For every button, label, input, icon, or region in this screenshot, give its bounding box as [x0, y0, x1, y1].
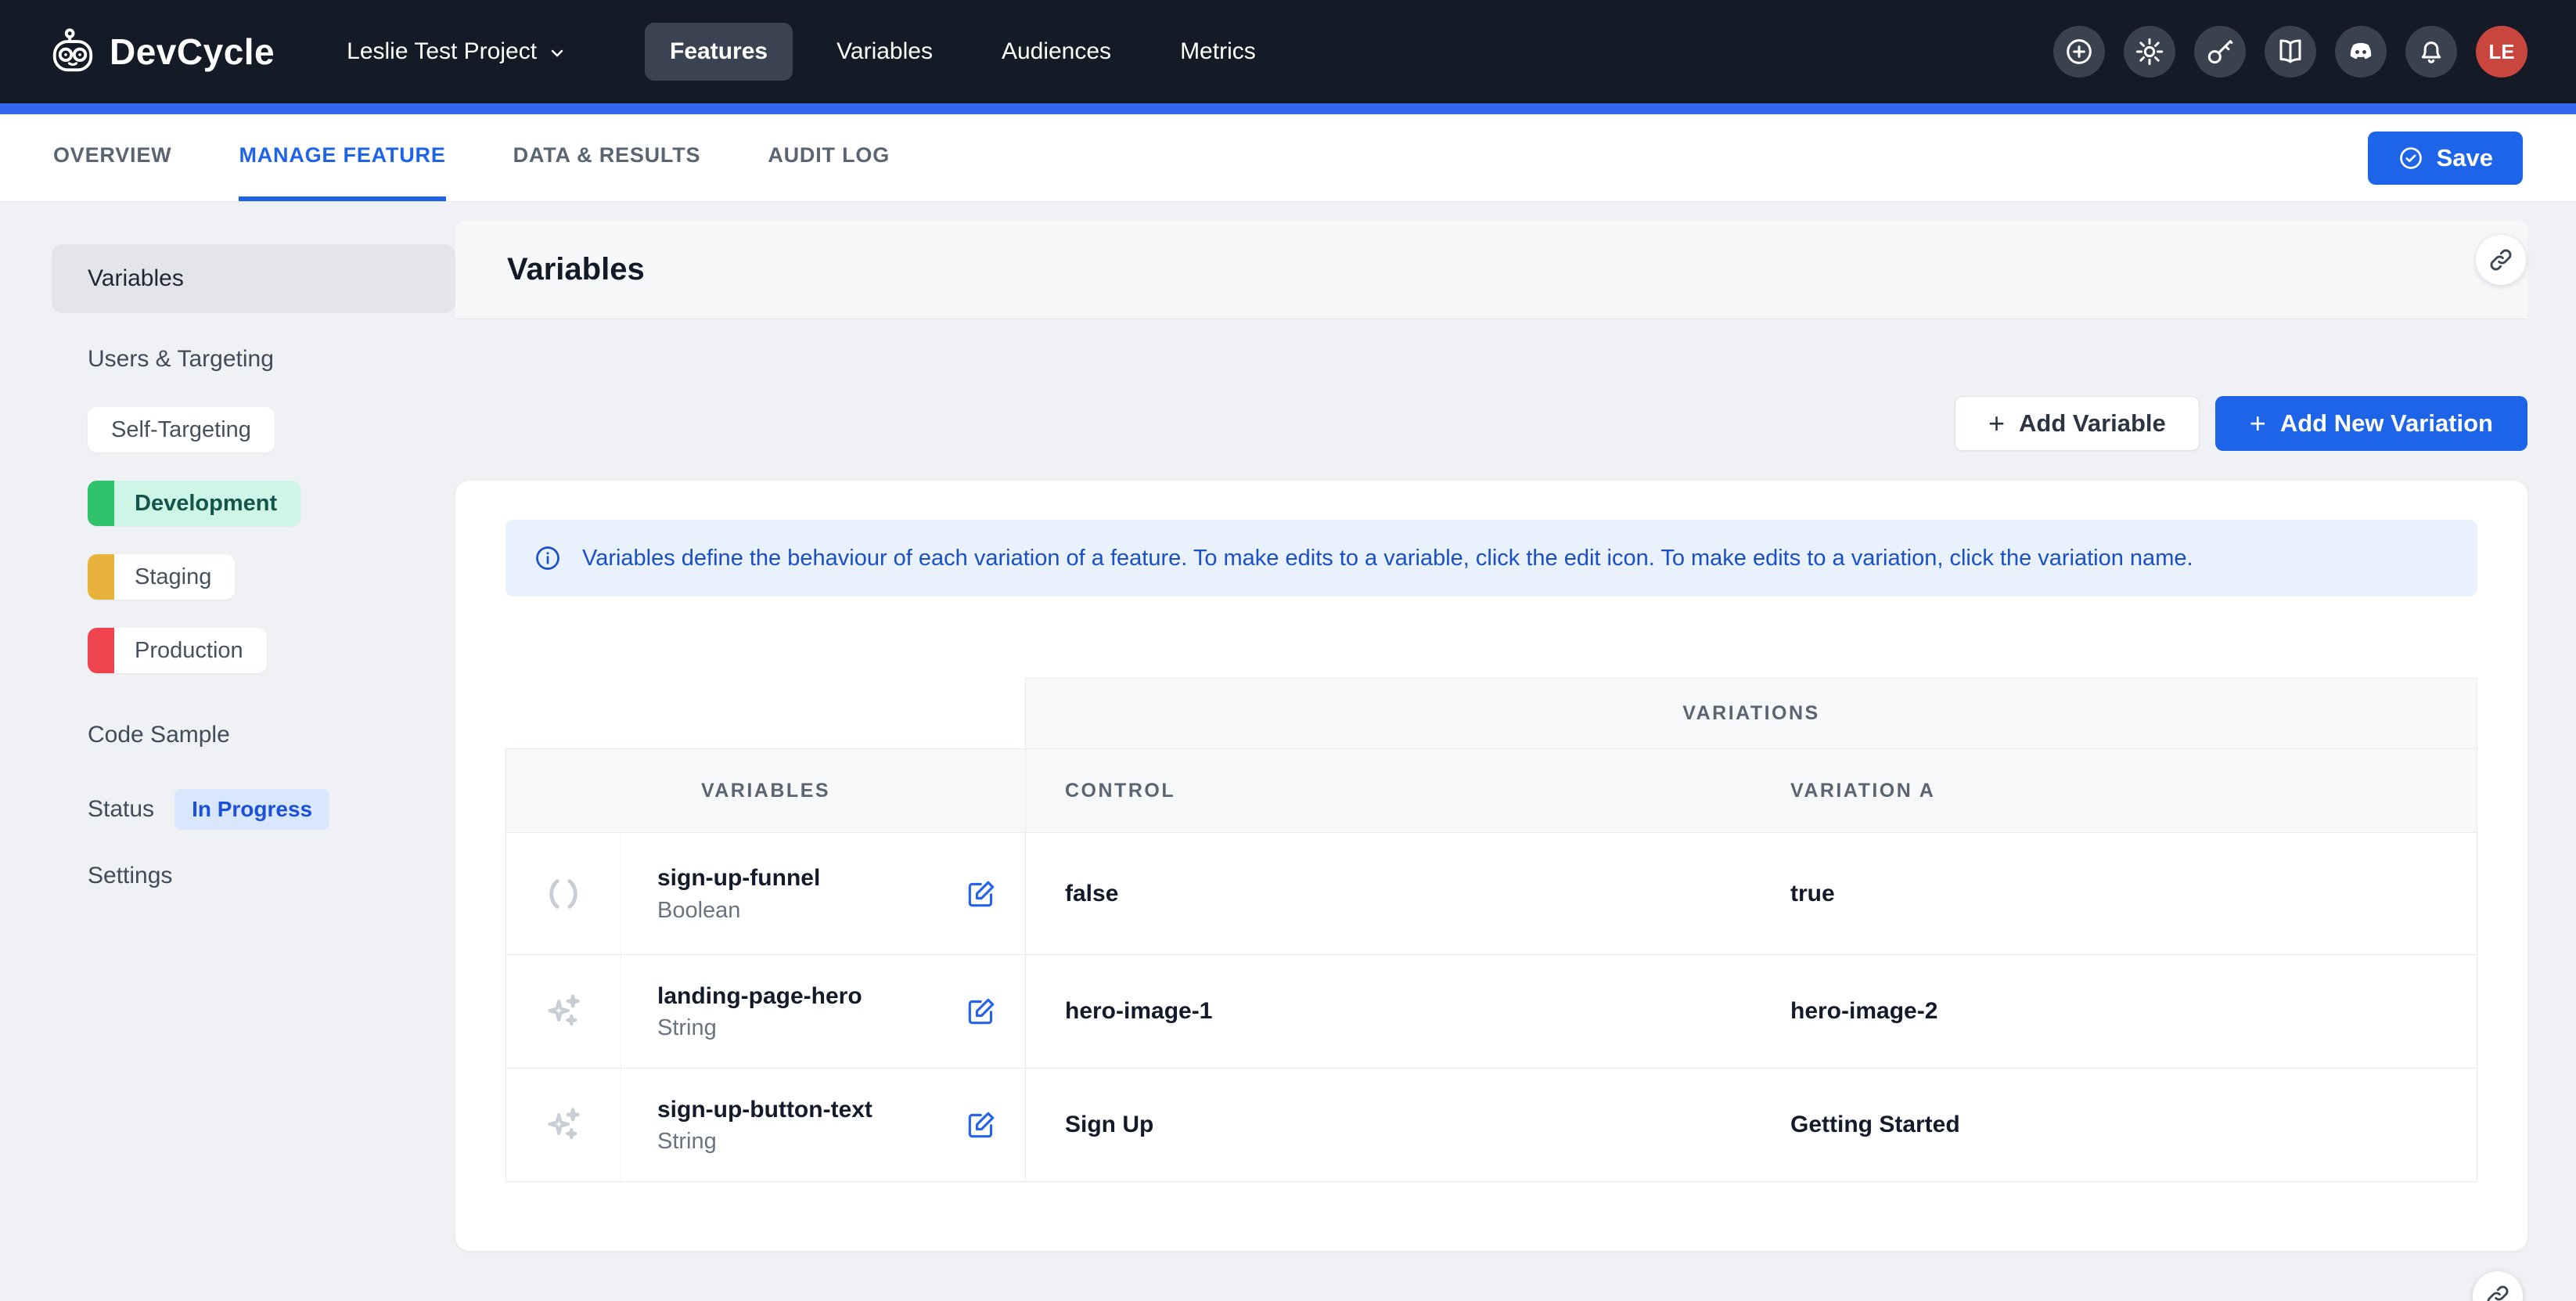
variable-type: String [657, 1015, 862, 1041]
control-value-cell[interactable]: hero-image-1 [1025, 955, 1751, 1069]
column-header-variation-a: VARIATION A [1751, 748, 2477, 833]
add-variable-label: Add Variable [2019, 409, 2166, 438]
sparkles-icon [541, 989, 585, 1033]
plus-icon: + [2250, 409, 2266, 438]
status-row: Status In Progress [52, 789, 455, 830]
variable-type: String [657, 1129, 872, 1155]
variation-a-value-cell[interactable]: hero-image-2 [1751, 955, 2477, 1069]
chevron-down-icon [548, 44, 567, 63]
link-icon[interactable] [2476, 235, 2526, 285]
env-color-bar [88, 628, 114, 673]
variables-table: VARIATIONS VARIABLES CONTROL VARIATION A [505, 678, 2477, 1182]
add-circle-icon[interactable] [2053, 26, 2105, 77]
page-title: Variables [507, 252, 645, 287]
nav-item-metrics[interactable]: Metrics [1155, 23, 1281, 81]
add-new-variation-label: Add New Variation [2280, 409, 2493, 438]
variable-name[interactable]: sign-up-funnel [657, 863, 820, 893]
top-navigation: DevCycle Leslie Test Project Features Va… [0, 0, 2576, 103]
primary-nav: Features Variables Audiences Metrics [645, 23, 1281, 81]
control-value-cell[interactable]: false [1025, 833, 1751, 955]
feature-tab-bar: OVERVIEW MANAGE FEATURE DATA & RESULTS A… [0, 114, 2576, 202]
variable-name-cell: sign-up-button-text String [621, 1069, 1025, 1182]
tab-overview[interactable]: OVERVIEW [53, 114, 171, 201]
tab-manage-feature[interactable]: MANAGE FEATURE [239, 114, 445, 201]
nav-item-features[interactable]: Features [645, 23, 793, 81]
table-row-icon-cell [505, 1069, 621, 1182]
accent-progress-bar [0, 103, 2576, 114]
env-label: Self-Targeting [88, 417, 275, 443]
variable-name[interactable]: sign-up-button-text [657, 1095, 872, 1125]
table-row-icon-cell [505, 833, 621, 955]
env-label: Staging [114, 564, 235, 590]
main-panel: Variables + Add Variable + Add New Varia… [455, 202, 2576, 1301]
sidebar-item-variables[interactable]: Variables [52, 244, 455, 313]
control-value-cell[interactable]: Sign Up [1025, 1069, 1751, 1182]
tab-data-results[interactable]: DATA & RESULTS [513, 114, 701, 201]
env-pill-production[interactable]: Production [88, 628, 267, 673]
variable-name[interactable]: landing-page-hero [657, 982, 862, 1011]
docs-book-icon[interactable] [2265, 26, 2316, 77]
add-new-variation-button[interactable]: + Add New Variation [2215, 396, 2527, 451]
env-pill-self-targeting[interactable]: Self-Targeting [88, 407, 275, 452]
project-selector[interactable]: Leslie Test Project [347, 38, 567, 65]
sidebar-item-settings[interactable]: Settings [52, 863, 455, 889]
edit-variable-icon[interactable] [966, 878, 997, 910]
sidebar-item-code-sample[interactable]: Code Sample [52, 722, 455, 748]
bell-icon[interactable] [2405, 26, 2457, 77]
variable-name-cell: landing-page-hero String [621, 955, 1025, 1069]
table-row-icon-cell [505, 955, 621, 1069]
project-selector-label: Leslie Test Project [347, 38, 537, 65]
sidebar-item-label: Variables [88, 265, 184, 292]
variations-group-header: VARIATIONS [1025, 678, 2477, 748]
nav-item-variables[interactable]: Variables [811, 23, 958, 81]
plus-icon: + [1988, 409, 2005, 438]
nav-utilities: LE [2053, 26, 2527, 77]
variable-name-cell: sign-up-funnel Boolean [621, 833, 1025, 955]
devcycle-logo[interactable]: DevCycle [49, 27, 275, 76]
check-circle-icon [2398, 145, 2424, 171]
variation-a-value-cell[interactable]: true [1751, 833, 2477, 955]
gear-icon[interactable] [2124, 26, 2175, 77]
group-header-label: VARIATIONS [1682, 702, 1819, 725]
nav-item-audiences[interactable]: Audiences [977, 23, 1136, 81]
column-header-variables: VARIABLES [505, 748, 1025, 833]
table-actions: + Add Variable + Add New Variation [455, 396, 2527, 451]
feature-sidebar: Variables Users & Targeting Self-Targeti… [0, 202, 455, 1301]
env-pill-development[interactable]: Development [88, 481, 300, 526]
column-header-control: CONTROL [1025, 748, 1751, 833]
page-content: Variables Users & Targeting Self-Targeti… [0, 202, 2576, 1301]
table-spacer [505, 678, 1025, 748]
sparkles-icon [541, 1103, 585, 1147]
save-button[interactable]: Save [2368, 132, 2523, 185]
boolean-icon [541, 872, 585, 916]
add-variable-button[interactable]: + Add Variable [1955, 396, 2200, 451]
variable-type: Boolean [657, 898, 820, 924]
status-label: Status [88, 796, 154, 823]
env-pill-staging[interactable]: Staging [88, 554, 235, 600]
tab-audit-log[interactable]: AUDIT LOG [768, 114, 890, 201]
section-header: Variables [455, 221, 2527, 319]
status-badge[interactable]: In Progress [174, 789, 329, 830]
key-icon[interactable] [2194, 26, 2246, 77]
discord-icon[interactable] [2335, 26, 2387, 77]
edit-variable-icon[interactable] [966, 996, 997, 1027]
sidebar-item-users-targeting[interactable]: Users & Targeting [52, 346, 455, 373]
user-avatar[interactable]: LE [2476, 26, 2527, 77]
info-banner: Variables define the behaviour of each v… [505, 520, 2477, 596]
env-label: Development [114, 491, 300, 517]
env-color-bar [88, 554, 114, 600]
info-banner-text: Variables define the behaviour of each v… [582, 546, 2193, 571]
devcycle-robot-icon [49, 27, 97, 76]
variables-card: Variables define the behaviour of each v… [455, 481, 2527, 1251]
save-button-label: Save [2437, 144, 2493, 172]
environment-list: Self-Targeting Development Staging Produ… [88, 407, 455, 701]
brand-name: DevCycle [110, 31, 275, 73]
edit-variable-icon[interactable] [966, 1109, 997, 1141]
env-color-bar [88, 481, 114, 526]
env-label: Production [114, 638, 267, 664]
avatar-initials: LE [2488, 40, 2514, 64]
info-icon [534, 544, 562, 572]
variation-a-value-cell[interactable]: Getting Started [1751, 1069, 2477, 1182]
